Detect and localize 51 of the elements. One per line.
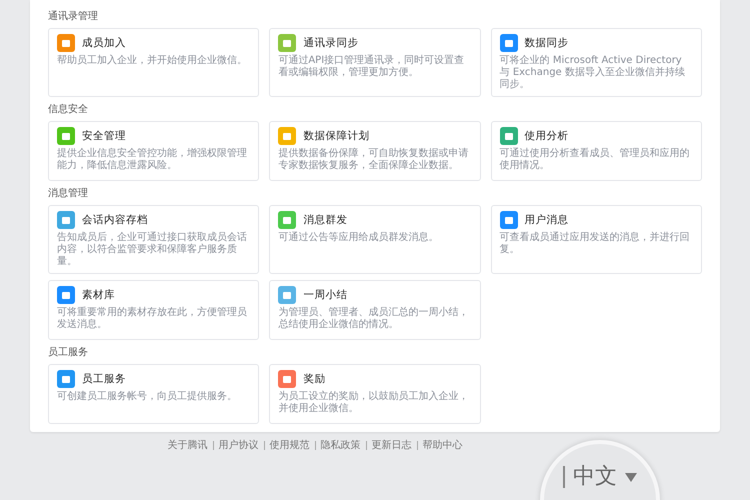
card-title: 用户消息 [524, 213, 569, 227]
section-title: 消息管理 [48, 186, 89, 200]
card-description: 帮助员工加入企业，并开始使用企业微信。 [57, 55, 248, 67]
card-description: 告知成员后，企业可通过接口获取成员会话内容，以符合监管要求和保障客户服务质量。 [57, 232, 248, 268]
section-title: 信息安全 [48, 102, 89, 116]
feature-card[interactable]: 数据保障计划 提供数据备份保障，可自助恢复数据或申请专家数据恢复服务，全面保障企业数据。 [269, 121, 481, 181]
card-description: 可通过使用分析查看成员、管理员和应用的使用情况。 [500, 148, 691, 172]
card-description: 提供企业信息安全管控功能，增强权限管理能力，降低信息泄露风险。 [57, 148, 248, 172]
section-title: 员工服务 [48, 346, 89, 359]
card-description: 可将企业的 Microsoft Active Directory 与 Exchange 数据导入至企业微信并持续同步。 [500, 55, 686, 91]
card-description: 可查看成员通过应用发送的消息，并进行回复。 [500, 232, 691, 256]
section-title: 通讯录管理 [48, 10, 99, 23]
feature-card[interactable]: 安全管理 提供企业信息安全管控功能，增强权限管理能力，降低信息泄露风险。 [48, 121, 260, 181]
language-selector[interactable]: 中文 [573, 464, 617, 490]
feature-card[interactable]: 奖励 为员工设立的奖励，以鼓励员工加入企业，并使用企业微信。 [269, 364, 481, 424]
feature-card[interactable]: 数据同步 可将企业的 Microsoft Active Directory 与 Exchange 数据导入至企业微信并持续同步。 [490, 28, 702, 97]
card-title: 通讯录同步 [303, 36, 358, 50]
card-title: 素材库 [82, 288, 115, 302]
card-title: 数据保障计划 [303, 129, 370, 143]
card-title: 消息群发 [303, 213, 348, 227]
feature-card[interactable]: 会话内容存档 告知成员后，企业可通过接口获取成员会话内容，以符合监管要求和保障客户服务质量。 [48, 205, 260, 274]
card-description: 可创建员工服务帐号，向员工提供服务。 [57, 391, 238, 403]
card-title: 安全管理 [82, 129, 126, 143]
feature-card[interactable]: 用户消息 可查看成员通过应用发送的消息，并进行回复。 [490, 205, 702, 274]
feature-card[interactable]: 一周小结 为管理员、管理者、成员汇总的一周小结，总结使用企业微信的情况。 [269, 280, 481, 340]
card-title: 数据同步 [524, 36, 569, 50]
card-title: 使用分析 [524, 129, 569, 143]
feature-card[interactable]: 使用分析 可通过使用分析查看成员、管理员和应用的使用情况。 [490, 121, 702, 181]
footer-link[interactable]: 用户协议 [218, 438, 258, 452]
caret-icon [625, 473, 637, 482]
footer-link[interactable]: 更新日志 [372, 438, 412, 452]
card-title: 奖励 [303, 372, 326, 386]
card-description: 为管理员、管理者、成员汇总的一周小结，总结使用企业微信的情况。 [278, 307, 470, 331]
card-title: 会话内容存档 [82, 213, 148, 227]
feature-card[interactable]: 员工服务 可创建员工服务帐号，向员工提供服务。 [48, 364, 260, 424]
feature-card[interactable]: 通讯录同步 可通过API接口管理通讯录，同时可设置查看或编辑权限，管理更加方便。 [269, 28, 481, 97]
card-description: 可通过公告等应用给成员群发消息。 [278, 232, 440, 244]
feature-card[interactable]: 消息群发 可通过公告等应用给成员群发消息。 [269, 205, 481, 274]
card-description: 可通过API接口管理通讯录，同时可设置查看或编辑权限，管理更加方便。 [278, 55, 466, 79]
card-title: 员工服务 [82, 372, 126, 386]
card-title: 成员加入 [82, 36, 126, 50]
footer-link[interactable]: 隐私政策 [320, 438, 360, 452]
footer-link[interactable]: 关于腾讯 [168, 438, 208, 452]
footer-link[interactable]: 帮助中心 [422, 438, 462, 452]
card-description: 为员工设立的奖励，以鼓励员工加入企业，并使用企业微信。 [278, 391, 470, 415]
feature-card[interactable]: 素材库 可将重要常用的素材存放在此，方便管理员发送消息。 [48, 280, 260, 340]
card-title: 一周小结 [303, 288, 348, 302]
card-description: 可将重要常用的素材存放在此，方便管理员发送消息。 [57, 307, 248, 331]
card-description: 提供数据备份保障，可自助恢复数据或申请专家数据恢复服务，全面保障企业数据。 [278, 148, 470, 172]
feature-card[interactable]: 成员加入 帮助员工加入企业，并开始使用企业微信。 [48, 28, 260, 97]
footer-link[interactable]: 使用规范 [270, 438, 310, 452]
